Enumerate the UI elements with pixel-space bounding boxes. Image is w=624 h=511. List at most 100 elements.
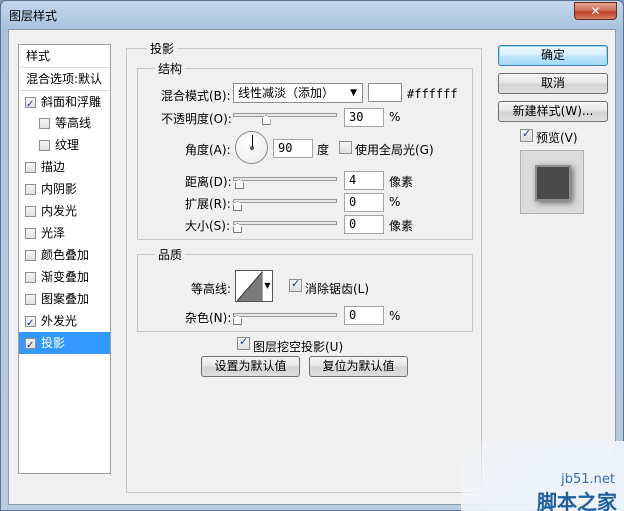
global-light-checkbox[interactable] <box>339 141 352 154</box>
gradient-overlay-checkbox[interactable] <box>25 272 36 283</box>
chevron-down-icon: ▼ <box>262 271 272 301</box>
contour-checkbox[interactable] <box>39 118 50 129</box>
style-list: 样式 混合选项:默认 斜面和浮雕 等高线 纹理 描边 内阴影 <box>18 44 111 474</box>
noise-label: 杂色(N): <box>185 311 232 325</box>
outer-glow-checkbox[interactable] <box>25 313 36 335</box>
style-item-color-overlay[interactable]: 颜色叠加 <box>19 244 110 266</box>
watermark: jb51.net 脚本之家 <box>461 441 624 511</box>
antialias-checkbox[interactable] <box>289 277 302 292</box>
chevron-down-icon: ▼ <box>350 88 357 98</box>
style-item-inner-glow[interactable]: 内发光 <box>19 200 110 222</box>
style-preview-swatch <box>535 165 571 201</box>
contour-label: 等高线: <box>191 282 232 296</box>
stroke-checkbox[interactable] <box>25 162 36 173</box>
distance-input[interactable]: 4 <box>344 171 384 190</box>
satin-checkbox[interactable] <box>25 228 36 239</box>
shadow-color-hex: #ffffff <box>407 87 458 101</box>
style-item-label: 内阴影 <box>41 182 78 196</box>
style-item-bevel-emboss[interactable]: 斜面和浮雕 <box>19 90 110 116</box>
spread-input[interactable]: 0 <box>344 193 384 212</box>
opacity-slider[interactable] <box>233 113 337 117</box>
angle-unit: 度 <box>317 143 330 157</box>
contour-picker[interactable]: ▼ <box>235 270 273 302</box>
style-preview <box>520 150 584 214</box>
noise-slider[interactable] <box>233 313 337 317</box>
style-item-outer-glow[interactable]: 外发光 <box>19 310 110 335</box>
style-item-contour[interactable]: 等高线 <box>19 112 110 134</box>
texture-checkbox[interactable] <box>39 140 50 151</box>
drop-shadow-title: 投影 <box>147 40 178 57</box>
style-item-label: 内发光 <box>41 204 78 218</box>
angle-input[interactable]: 90 <box>273 139 313 158</box>
style-item-label: 描边 <box>41 160 66 174</box>
style-item-drop-shadow[interactable]: 投影 <box>19 332 110 357</box>
inner-glow-checkbox[interactable] <box>25 206 36 217</box>
blend-options-item[interactable]: 混合选项:默认 <box>19 67 110 89</box>
make-default-button[interactable]: 设置为默认值 <box>201 356 300 377</box>
pattern-overlay-checkbox[interactable] <box>25 294 36 305</box>
angle-dial-center <box>250 146 254 150</box>
style-item-label: 斜面和浮雕 <box>41 95 102 109</box>
style-item-satin[interactable]: 光泽 <box>19 222 110 244</box>
contour-linear-icon <box>237 271 263 301</box>
blend-mode-select[interactable]: 线性减淡（添加） ▼ <box>233 83 363 103</box>
layer-style-dialog: 图层样式 ✕ 样式 混合选项:默认 斜面和浮雕 等高线 纹理 描边 <box>0 0 624 511</box>
distance-unit: 像素 <box>389 175 414 189</box>
reset-default-button[interactable]: 复位为默认值 <box>309 356 408 377</box>
style-item-pattern-overlay[interactable]: 图案叠加 <box>19 288 110 310</box>
style-item-stroke[interactable]: 描边 <box>19 156 110 178</box>
blend-mode-value: 线性减淡（添加） <box>238 86 335 100</box>
drop-shadow-checkbox[interactable] <box>25 335 36 357</box>
blend-mode-label: 混合模式(B): <box>161 89 231 103</box>
dialog-client-area: 样式 混合选项:默认 斜面和浮雕 等高线 纹理 描边 内阴影 <box>8 29 616 505</box>
style-item-inner-shadow[interactable]: 内阴影 <box>19 178 110 200</box>
preview-checkbox[interactable] <box>520 127 533 142</box>
global-light-label[interactable]: 使用全局光(G) <box>355 141 434 158</box>
distance-label: 距离(D): <box>185 175 232 189</box>
color-overlay-checkbox[interactable] <box>25 250 36 261</box>
style-item-label: 投影 <box>41 336 66 350</box>
antialias-label[interactable]: 消除锯齿(L) <box>305 280 369 297</box>
style-item-label: 等高线 <box>55 116 92 130</box>
style-item-label: 颜色叠加 <box>41 248 90 262</box>
style-item-label: 纹理 <box>55 138 80 152</box>
structure-title: 结构 <box>155 60 186 77</box>
knockout-label[interactable]: 图层挖空投影(U) <box>253 338 343 355</box>
watermark-url: jb51.net <box>561 472 615 487</box>
inner-shadow-checkbox[interactable] <box>25 184 36 195</box>
spread-label: 扩展(R): <box>185 197 231 211</box>
noise-input[interactable]: 0 <box>344 306 384 325</box>
preview-label[interactable]: 预览(V) <box>536 129 578 146</box>
bevel-emboss-checkbox[interactable] <box>25 94 36 116</box>
title-bar[interactable]: 图层样式 ✕ <box>1 1 623 29</box>
opacity-input[interactable]: 30 <box>344 108 384 127</box>
opacity-unit: % <box>389 110 401 124</box>
shadow-color-swatch[interactable] <box>368 83 402 102</box>
angle-dial[interactable] <box>235 131 268 164</box>
ok-button[interactable]: 确定 <box>498 45 608 66</box>
cancel-button[interactable]: 取消 <box>498 73 608 94</box>
style-list-header[interactable]: 样式 <box>19 45 110 67</box>
style-item-label: 渐变叠加 <box>41 270 90 284</box>
noise-unit: % <box>389 309 401 323</box>
style-item-label: 光泽 <box>41 226 66 240</box>
quality-title: 品质 <box>155 246 186 263</box>
size-label: 大小(S): <box>185 219 231 233</box>
style-item-label: 外发光 <box>41 314 78 328</box>
window-title: 图层样式 <box>9 9 58 23</box>
knockout-checkbox[interactable] <box>237 335 250 350</box>
size-unit: 像素 <box>389 219 414 233</box>
style-item-gradient-overlay[interactable]: 渐变叠加 <box>19 266 110 288</box>
style-item-texture[interactable]: 纹理 <box>19 134 110 156</box>
size-slider[interactable] <box>233 221 337 225</box>
distance-slider[interactable] <box>233 177 337 181</box>
angle-label: 角度(A): <box>185 143 231 157</box>
close-button[interactable]: ✕ <box>574 2 617 20</box>
watermark-brand: 脚本之家 <box>537 490 617 511</box>
style-item-label: 图案叠加 <box>41 292 90 306</box>
spread-unit: % <box>389 195 401 209</box>
size-input[interactable]: 0 <box>344 215 384 234</box>
new-style-button[interactable]: 新建样式(W)... <box>498 101 608 122</box>
opacity-label: 不透明度(O): <box>161 112 232 126</box>
spread-slider[interactable] <box>233 199 337 203</box>
